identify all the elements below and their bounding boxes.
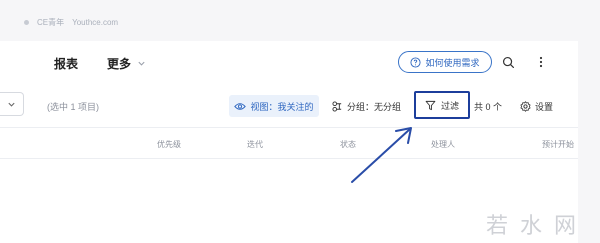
source-site: Youthce.com: [72, 18, 119, 27]
column-header-priority[interactable]: 优先级: [157, 139, 181, 150]
expand-dropdown-button[interactable]: [0, 92, 24, 116]
tab-reports[interactable]: 报表: [54, 55, 78, 72]
group-selector[interactable]: 分组：无分组: [332, 95, 401, 117]
chevron-down-icon: [138, 61, 145, 66]
column-header-status[interactable]: 状态: [340, 139, 356, 150]
search-icon: [502, 56, 514, 68]
eye-icon: [234, 102, 247, 110]
filter-icon: [425, 100, 436, 110]
table-header: 优先级 迭代 状态 处理人 预计开始: [0, 127, 578, 159]
more-menu-button[interactable]: [533, 54, 549, 70]
selected-count: (选中 1 项目): [47, 102, 100, 112]
column-header-iteration[interactable]: 迭代: [247, 139, 263, 150]
more-vertical-icon: [539, 56, 543, 68]
tab-more-label: 更多: [107, 57, 132, 71]
top-nav: 报表 更多 如何使用需求: [0, 41, 578, 81]
source-brand: CE青年: [37, 18, 65, 27]
filter-button-label: 过滤: [440, 100, 459, 111]
source-bar: CE青年 Youthce.com: [24, 17, 118, 28]
column-header-planned-start[interactable]: 预计开始: [542, 139, 574, 150]
column-header-assignee[interactable]: 处理人: [431, 139, 455, 150]
view-selector[interactable]: 视图：我关注的: [229, 95, 319, 117]
question-circle-icon: [410, 56, 422, 68]
settings-button[interactable]: 设置: [520, 95, 553, 117]
total-count: 共 0 个: [474, 102, 503, 112]
tab-more[interactable]: 更多: [107, 55, 146, 72]
help-button[interactable]: 如何使用需求: [398, 51, 492, 73]
chevron-down-icon: [8, 102, 15, 107]
filter-button[interactable]: 过滤: [414, 91, 470, 119]
source-logo-icon: [24, 20, 29, 25]
group-selector-label: 分组：无分组: [347, 101, 402, 112]
gear-icon: [520, 100, 531, 112]
toolbar: (选中 1 项目) 视图：我关注的 分组：无分组 过滤 共 0 个 设置: [0, 89, 578, 123]
watermark: 若水网: [486, 214, 589, 239]
search-button[interactable]: [500, 54, 516, 70]
view-selector-label: 视图：我关注的: [250, 101, 314, 112]
help-button-label: 如何使用需求: [425, 57, 480, 68]
group-icon: [332, 100, 342, 112]
settings-button-label: 设置: [535, 101, 554, 112]
